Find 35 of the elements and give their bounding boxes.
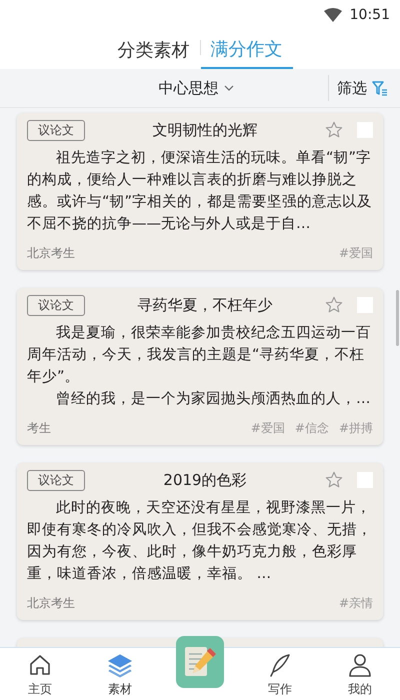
category-dropdown[interactable]: 中心思想 bbox=[88, 78, 240, 98]
chevron-down-icon bbox=[224, 85, 234, 91]
author-label: 北京考生 bbox=[27, 595, 76, 612]
essay-title: 2019的色彩 bbox=[162, 470, 248, 490]
essay-title: 文明韧性的光辉 bbox=[152, 120, 258, 140]
nav-tab[interactable]: 我的 bbox=[320, 648, 400, 700]
nav-tab[interactable]: 素材 bbox=[80, 648, 160, 700]
essay-card[interactable]: 议论文 文明韧性的光辉 祖先造字之初，便深谙生活的玩味。单看“韧”字的构成，便给人一种难以言表的折磨与难以挣脱之感。或许与“韧”字相关的，都是需要坚强的意志以及不屈不挠的抗争——无论与外人或是于自… 北京考生 #爱国 bbox=[17, 113, 383, 270]
nav-tab[interactable]: 写作 bbox=[240, 648, 320, 700]
filter-button[interactable]: 筛选 bbox=[329, 78, 400, 98]
wifi-icon bbox=[324, 8, 342, 22]
star-icon[interactable] bbox=[325, 471, 343, 489]
nav-tab[interactable]: 主页 bbox=[0, 648, 80, 700]
person-icon bbox=[347, 652, 373, 678]
author-label: 考生 bbox=[27, 420, 52, 437]
essay-excerpt: 此时的夜晚，天空还没有星星，视野漆黑一片，即使有寒冬的冷风吹入，但我不会感觉寒冷、无措，因为有您，今夜、此时，像牛奶巧克力般，色彩厚重，味道香浓，倍感温暖，幸福。 … bbox=[27, 498, 373, 584]
genre-label: 议论文 bbox=[27, 120, 85, 140]
genre-label: 议论文 bbox=[27, 470, 85, 490]
compose-button[interactable] bbox=[176, 636, 224, 688]
star-icon[interactable] bbox=[325, 296, 343, 314]
genre-label: 议论文 bbox=[27, 294, 85, 316]
author-label: 北京考生 bbox=[27, 245, 76, 262]
filter-icon bbox=[372, 80, 388, 96]
tab[interactable]: 分类素材 bbox=[108, 30, 200, 69]
scrollbar bbox=[396, 290, 399, 346]
layers-icon bbox=[107, 652, 133, 678]
clock-time: 10:51 bbox=[350, 7, 390, 23]
essay-card[interactable]: 议论文 寻药华夏，不枉年少 我是夏瑜，很荣幸能参加贵校纪念五四运动一百周年活动，今天，我发言的主题是“寻药华夏，不枉年少”。 曾经的我，是一个为家园抛头颅洒热血的人，… 考生 #爱国 #信念 #拼搏 bbox=[17, 288, 383, 445]
essay-excerpt: 我是夏瑜，很荣幸能参加贵校纪念五四运动一百周年活动，今天，我发言的主题是“寻药华夏，不枉年少”。 bbox=[27, 324, 372, 387]
essay-excerpt: 曾经的我，是一个为家园抛头颅洒热血的人，… bbox=[55, 390, 372, 409]
home-icon bbox=[27, 652, 53, 678]
essay-title: 寻药华夏，不枉年少 bbox=[136, 296, 274, 314]
essay-card[interactable]: 议论文 2019的色彩 此时的夜晚，天空还没有星星，视野漆黑一片，即使有寒冬的冷风吹入，但我不会感觉寒冷、无措，因为有您，今夜、此时，像牛奶巧克力般，色彩厚重，味道香浓，倍感温暖，幸福。 … 北京考生 #亲情 bbox=[17, 463, 383, 620]
star-icon[interactable] bbox=[325, 121, 343, 139]
essay-excerpt: 祖先造字之初，便深谙生活的玩味。单看“韧”字的构成，便给人一种难以言表的折磨与难以挣脱之感。或许与“韧”字相关的，都是需要坚强的意志以及不屈不挠的抗争——无论与外人或是于自… bbox=[27, 148, 373, 234]
